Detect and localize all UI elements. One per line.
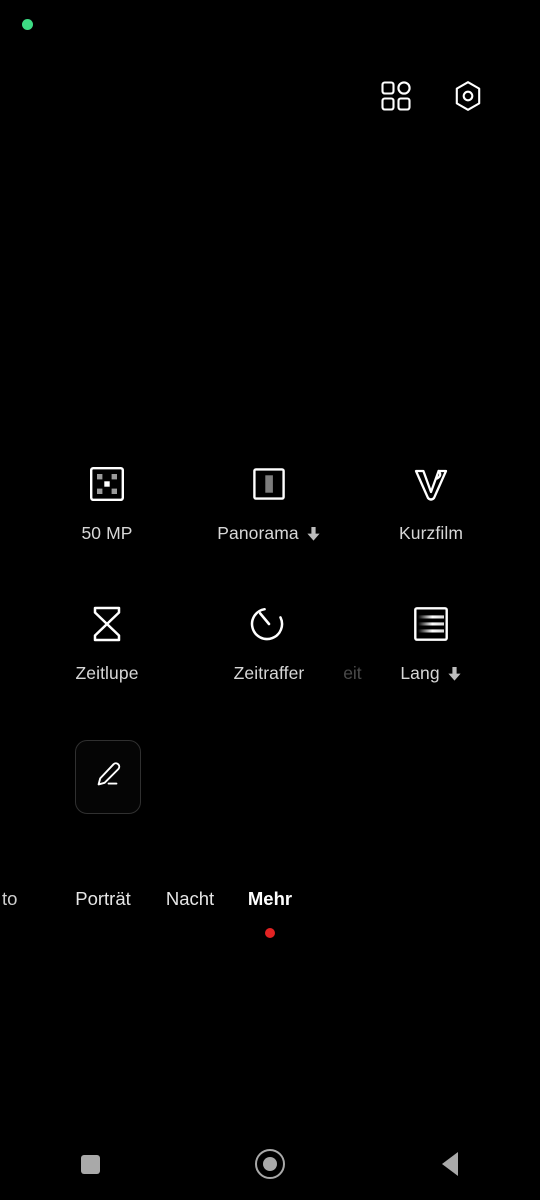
long-exposure-icon [409, 602, 453, 646]
camera-mode-tabs: to Porträt Nacht Mehr [0, 888, 540, 938]
tab-portrat[interactable]: Porträt [60, 888, 146, 910]
mode-label-row: Zeitlupe [75, 663, 138, 684]
mode-label: Panorama [217, 523, 299, 543]
home-circle-icon [255, 1149, 285, 1179]
tab-mehr[interactable]: Mehr [238, 888, 302, 910]
mode-label-row: Zeitraffer [234, 663, 305, 684]
camera-in-use-indicator [22, 19, 33, 30]
android-navigation-bar [0, 1128, 540, 1200]
pencil-edit-icon [93, 760, 123, 795]
active-tab-indicator [265, 928, 275, 938]
top-bar [0, 74, 540, 124]
mode-label: Zeitraffer [233, 663, 305, 683]
lens-hexagon-icon [451, 79, 485, 118]
download-arrow-icon [306, 526, 321, 542]
mode-label-ghost: eit [343, 663, 362, 683]
panorama-icon [247, 462, 291, 506]
tab-nacht[interactable]: Nacht [152, 888, 228, 910]
mode-item-langzeitbelichtung[interactable]: eit Lang [343, 592, 512, 732]
nav-home-button[interactable] [180, 1128, 360, 1200]
mode-item-zeitraffer[interactable]: Zeitraffer [188, 592, 350, 732]
timelapse-timer-icon [247, 602, 291, 646]
grid-modes-icon [379, 79, 413, 118]
mode-label-row: eit Lang [343, 663, 462, 684]
mode-row: 50 MP Panorama Kurzfilm [0, 452, 540, 592]
mode-label: Lang [400, 663, 440, 683]
camera-mode-grid: 50 MP Panorama Kurzfilm Zeitlupe Zeitraf… [0, 452, 540, 732]
nav-recents-button[interactable] [0, 1128, 180, 1200]
lens-button[interactable] [444, 74, 492, 122]
mode-label: 50 MP [81, 523, 133, 543]
hourglass-icon [85, 602, 129, 646]
tab-foto[interactable]: to [2, 888, 60, 910]
short-film-v-icon [409, 462, 453, 506]
back-triangle-icon [442, 1152, 458, 1176]
download-arrow-icon [447, 666, 462, 682]
nav-back-button[interactable] [360, 1128, 540, 1200]
mode-item-50mp[interactable]: 50 MP [26, 452, 188, 592]
mode-label-row: Panorama [217, 523, 321, 544]
mode-row: Zeitlupe Zeitraffer eit Lang [0, 592, 540, 732]
mode-item-kurzfilm[interactable]: Kurzfilm [350, 452, 512, 592]
mode-label: Zeitlupe [75, 663, 139, 683]
mode-label-row: Kurzfilm [399, 523, 463, 544]
pixel-grid-icon [85, 462, 129, 506]
mode-item-panorama[interactable]: Panorama [188, 452, 350, 592]
mode-item-zeitlupe[interactable]: Zeitlupe [26, 592, 188, 732]
mode-label-row: 50 MP [81, 523, 132, 544]
mode-label: Kurzfilm [399, 523, 463, 543]
grid-modes-button[interactable] [372, 74, 420, 122]
camera-app-screen: 50 MP Panorama Kurzfilm Zeitlupe Zeitraf… [0, 0, 540, 1200]
edit-modes-button[interactable] [75, 740, 141, 814]
recents-square-icon [80, 1154, 100, 1174]
